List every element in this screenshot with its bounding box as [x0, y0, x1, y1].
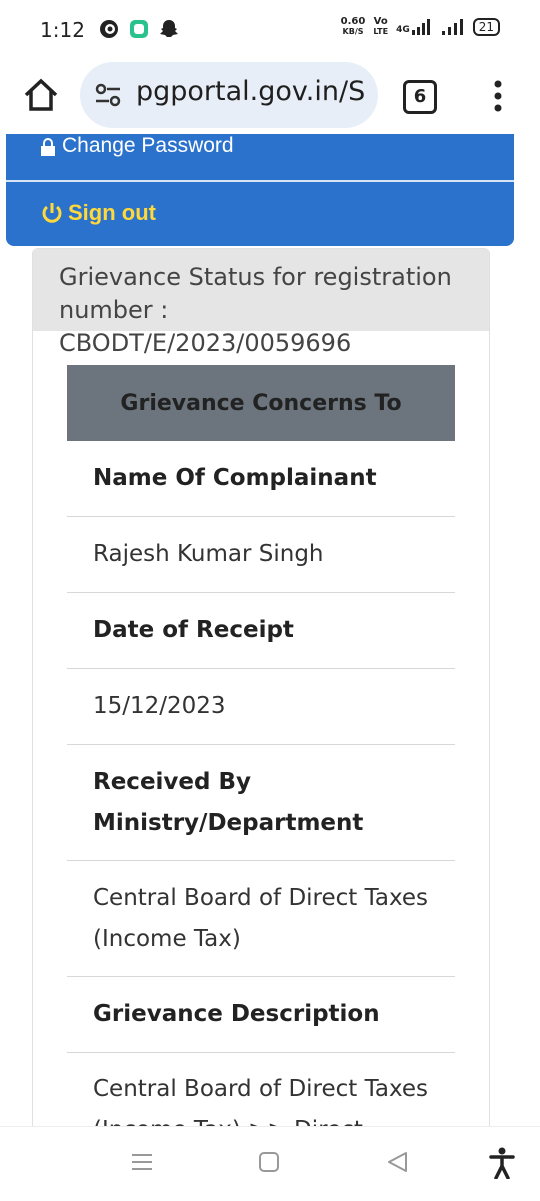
system-navigation-bar	[0, 1126, 540, 1201]
menu-lines-icon[interactable]	[130, 1151, 154, 1173]
network-type: 4G	[396, 19, 433, 35]
side-menu: Change Password Sign out	[6, 134, 514, 246]
sign-out-label: Sign out	[68, 200, 156, 225]
field-value: Central Board of Direct Taxes (Income Ta…	[67, 861, 455, 977]
card-header: Grievance Status for registration number…	[33, 249, 489, 357]
field-label: Grievance Description	[67, 977, 455, 1053]
details-table: Name Of Complainant Rajesh Kumar Singh Dat…	[67, 441, 455, 1149]
app-notification-icon	[130, 20, 148, 38]
network-label: 4G	[396, 25, 410, 35]
change-password-link[interactable]: Change Password	[6, 134, 514, 182]
more-vert-icon[interactable]	[488, 78, 508, 114]
status-bar: 1:12 0.60 KB/S Vo LTE 4G 21	[0, 0, 540, 62]
volte-top: Vo	[373, 16, 388, 27]
power-icon	[42, 203, 62, 223]
accessibility-icon[interactable]	[488, 1147, 516, 1179]
change-password-label: Change Password	[62, 134, 234, 157]
tune-icon[interactable]	[94, 82, 122, 108]
field-label: Date of Receipt	[67, 593, 455, 669]
status-time: 1:12	[40, 18, 85, 42]
volte-indicator: Vo LTE	[373, 17, 388, 37]
speed-value: 0.60	[340, 16, 366, 27]
field-label: Received By Ministry/Department	[67, 745, 455, 861]
tabs-button[interactable]: 6	[403, 80, 437, 114]
volte-bottom: LTE	[373, 27, 389, 36]
signal-icon	[441, 19, 463, 35]
app-notification-icon	[100, 20, 118, 38]
field-label: Name Of Complainant	[67, 441, 455, 517]
field-value: 15/12/2023	[67, 669, 455, 745]
notification-icons	[98, 18, 180, 40]
table-header: Grievance Concerns To	[67, 365, 455, 441]
network-speed: 0.60 KB/S	[341, 17, 366, 37]
browser-toolbar: pgportal.gov.in/S 6	[0, 62, 540, 134]
url-text[interactable]: pgportal.gov.in/S	[136, 76, 365, 107]
battery-icon: 21	[472, 18, 500, 36]
snapchat-icon	[160, 20, 178, 37]
sign-out-link[interactable]: Sign out	[6, 182, 514, 246]
speed-unit: KB/S	[342, 27, 364, 36]
square-icon[interactable]	[258, 1151, 280, 1173]
lock-icon	[41, 138, 55, 156]
signal-icon	[411, 19, 430, 35]
grievance-status-card: Grievance Status for registration number…	[32, 248, 490, 1150]
address-bar[interactable]: pgportal.gov.in/S	[80, 62, 378, 128]
field-value: Rajesh Kumar Singh	[67, 517, 455, 593]
back-triangle-icon[interactable]	[386, 1151, 408, 1173]
system-status-icons: 0.60 KB/S Vo LTE 4G 21	[341, 17, 500, 37]
home-icon[interactable]	[22, 76, 60, 114]
